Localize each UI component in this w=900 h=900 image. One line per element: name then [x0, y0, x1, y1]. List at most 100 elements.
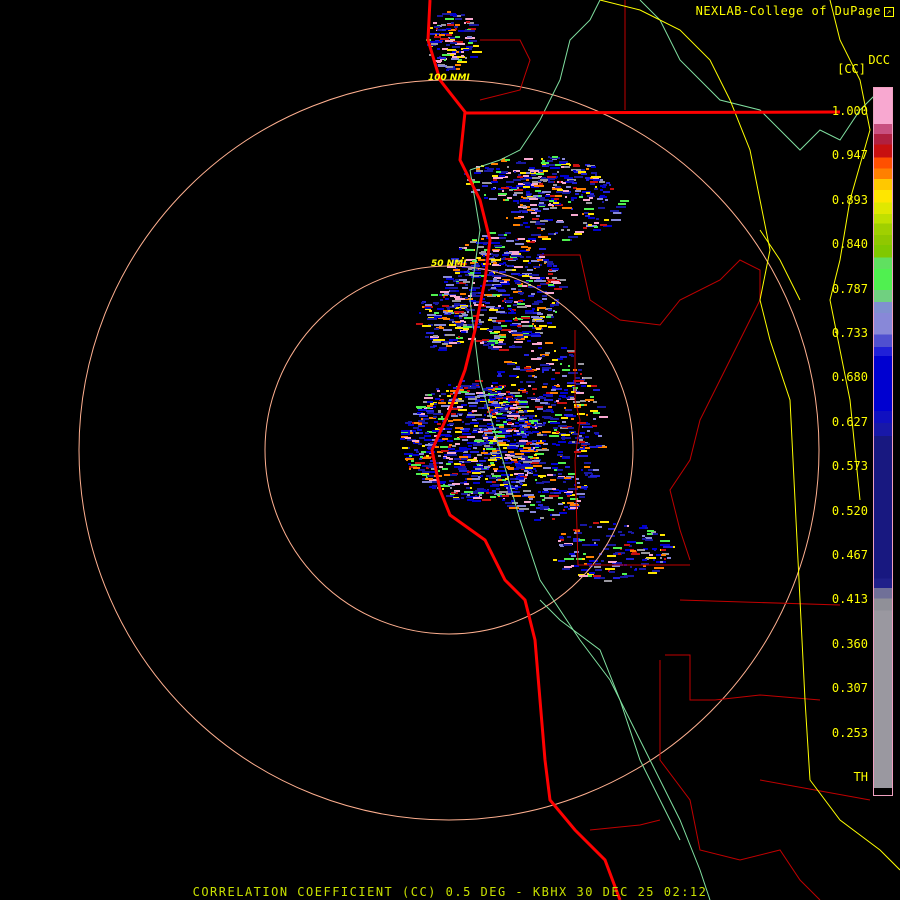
echo-gate [450, 393, 453, 395]
echo-gate [557, 469, 563, 471]
echo-gate [466, 18, 473, 20]
echo-gate [518, 174, 521, 176]
echo-gate [584, 466, 590, 468]
echo-gate [593, 179, 600, 181]
echo-gate [528, 469, 532, 471]
echo-gate [583, 553, 586, 555]
echo-gate [485, 434, 487, 436]
echo-gate [498, 343, 506, 345]
echo-gate [427, 405, 433, 407]
color-scale-tick: TH [853, 770, 868, 784]
echo-gate [433, 335, 438, 337]
echo-gate [505, 258, 513, 260]
echo-gate [660, 544, 670, 546]
echo-gate [459, 308, 461, 310]
echo-gate [585, 474, 588, 476]
echo-gate [428, 394, 432, 396]
echo-gate [465, 57, 467, 59]
echo-gate [445, 18, 454, 20]
echo-gate [401, 433, 410, 435]
echo-gate [434, 316, 442, 318]
echo-gate [586, 414, 588, 416]
echo-gate [454, 26, 458, 28]
echo-gate [577, 405, 579, 407]
echo-gate [540, 495, 545, 497]
echo-gate [534, 376, 537, 378]
echo-gate [481, 238, 484, 240]
echo-gate [554, 288, 562, 290]
echo-gate [419, 458, 422, 460]
echo-gate [526, 381, 535, 383]
echo-gate [462, 433, 471, 435]
echo-gate [518, 300, 523, 302]
echo-gate [593, 418, 596, 420]
echo-gate [452, 305, 454, 307]
echo-gate [558, 441, 566, 443]
echo-gate [422, 325, 431, 327]
echo-gate [449, 32, 453, 34]
echo-gate [517, 202, 519, 204]
echo-gate [441, 393, 446, 395]
echo-gate [523, 447, 531, 449]
echo-gate [473, 428, 480, 430]
echo-gate [455, 450, 464, 452]
echo-gate [532, 388, 537, 390]
echo-gate [526, 194, 531, 196]
echo-gate [541, 177, 546, 179]
color-scale-tick: 0.733 [831, 326, 868, 340]
echo-gate [507, 505, 515, 507]
echo-gate [529, 498, 533, 500]
echo-gate [468, 398, 477, 400]
echo-gate [562, 568, 570, 570]
echo-gate [437, 390, 440, 392]
echo-gate [422, 422, 428, 424]
echo-gate [538, 504, 543, 506]
echo-gate [534, 325, 536, 327]
echo-gate [475, 490, 480, 492]
echo-gate [575, 190, 581, 192]
echo-gate [514, 439, 516, 441]
echo-gate [576, 392, 584, 394]
echo-gate [502, 294, 510, 296]
echo-gate [537, 286, 541, 288]
echo-gate [452, 300, 461, 302]
echo-gate [561, 347, 567, 349]
color-scale-tick: 0.947 [831, 148, 868, 163]
echo-gate [542, 191, 551, 193]
echo-gate [459, 456, 468, 458]
echo-gate [501, 187, 509, 189]
echo-gate [552, 302, 555, 304]
echo-gate [556, 400, 559, 402]
echo-gate [472, 410, 477, 412]
echo-gate [535, 190, 541, 192]
echo-gate [549, 435, 559, 437]
echo-gate [513, 224, 520, 226]
echo-gate [442, 305, 449, 307]
credit-link[interactable]: NEXLAB-College of DuPage ↗ [696, 4, 894, 18]
echo-gate [550, 167, 560, 169]
echo-gate [538, 236, 548, 238]
echo-gate [568, 488, 578, 490]
echo-gate [455, 298, 465, 300]
echo-gate [560, 175, 569, 177]
echo-gate [590, 181, 598, 183]
echo-gate [548, 406, 552, 408]
echo-gate [447, 395, 451, 397]
echo-gate [608, 528, 615, 530]
echo-gate [520, 474, 524, 476]
echo-gate [489, 317, 497, 319]
echo-gate [622, 573, 627, 575]
echo-gate [472, 414, 482, 416]
echo-gate [424, 435, 431, 437]
echo-gate [514, 192, 523, 194]
color-scale-tick: 0.627 [831, 414, 868, 429]
echo-gate [509, 507, 519, 509]
echo-gate [511, 288, 516, 290]
echo-gate [542, 491, 549, 493]
echo-gate [579, 441, 585, 443]
echo-gate [580, 524, 587, 526]
echo-gate [542, 367, 551, 369]
echo-gate [457, 61, 467, 63]
echo-gate [574, 233, 582, 235]
echo-gate [522, 211, 528, 213]
